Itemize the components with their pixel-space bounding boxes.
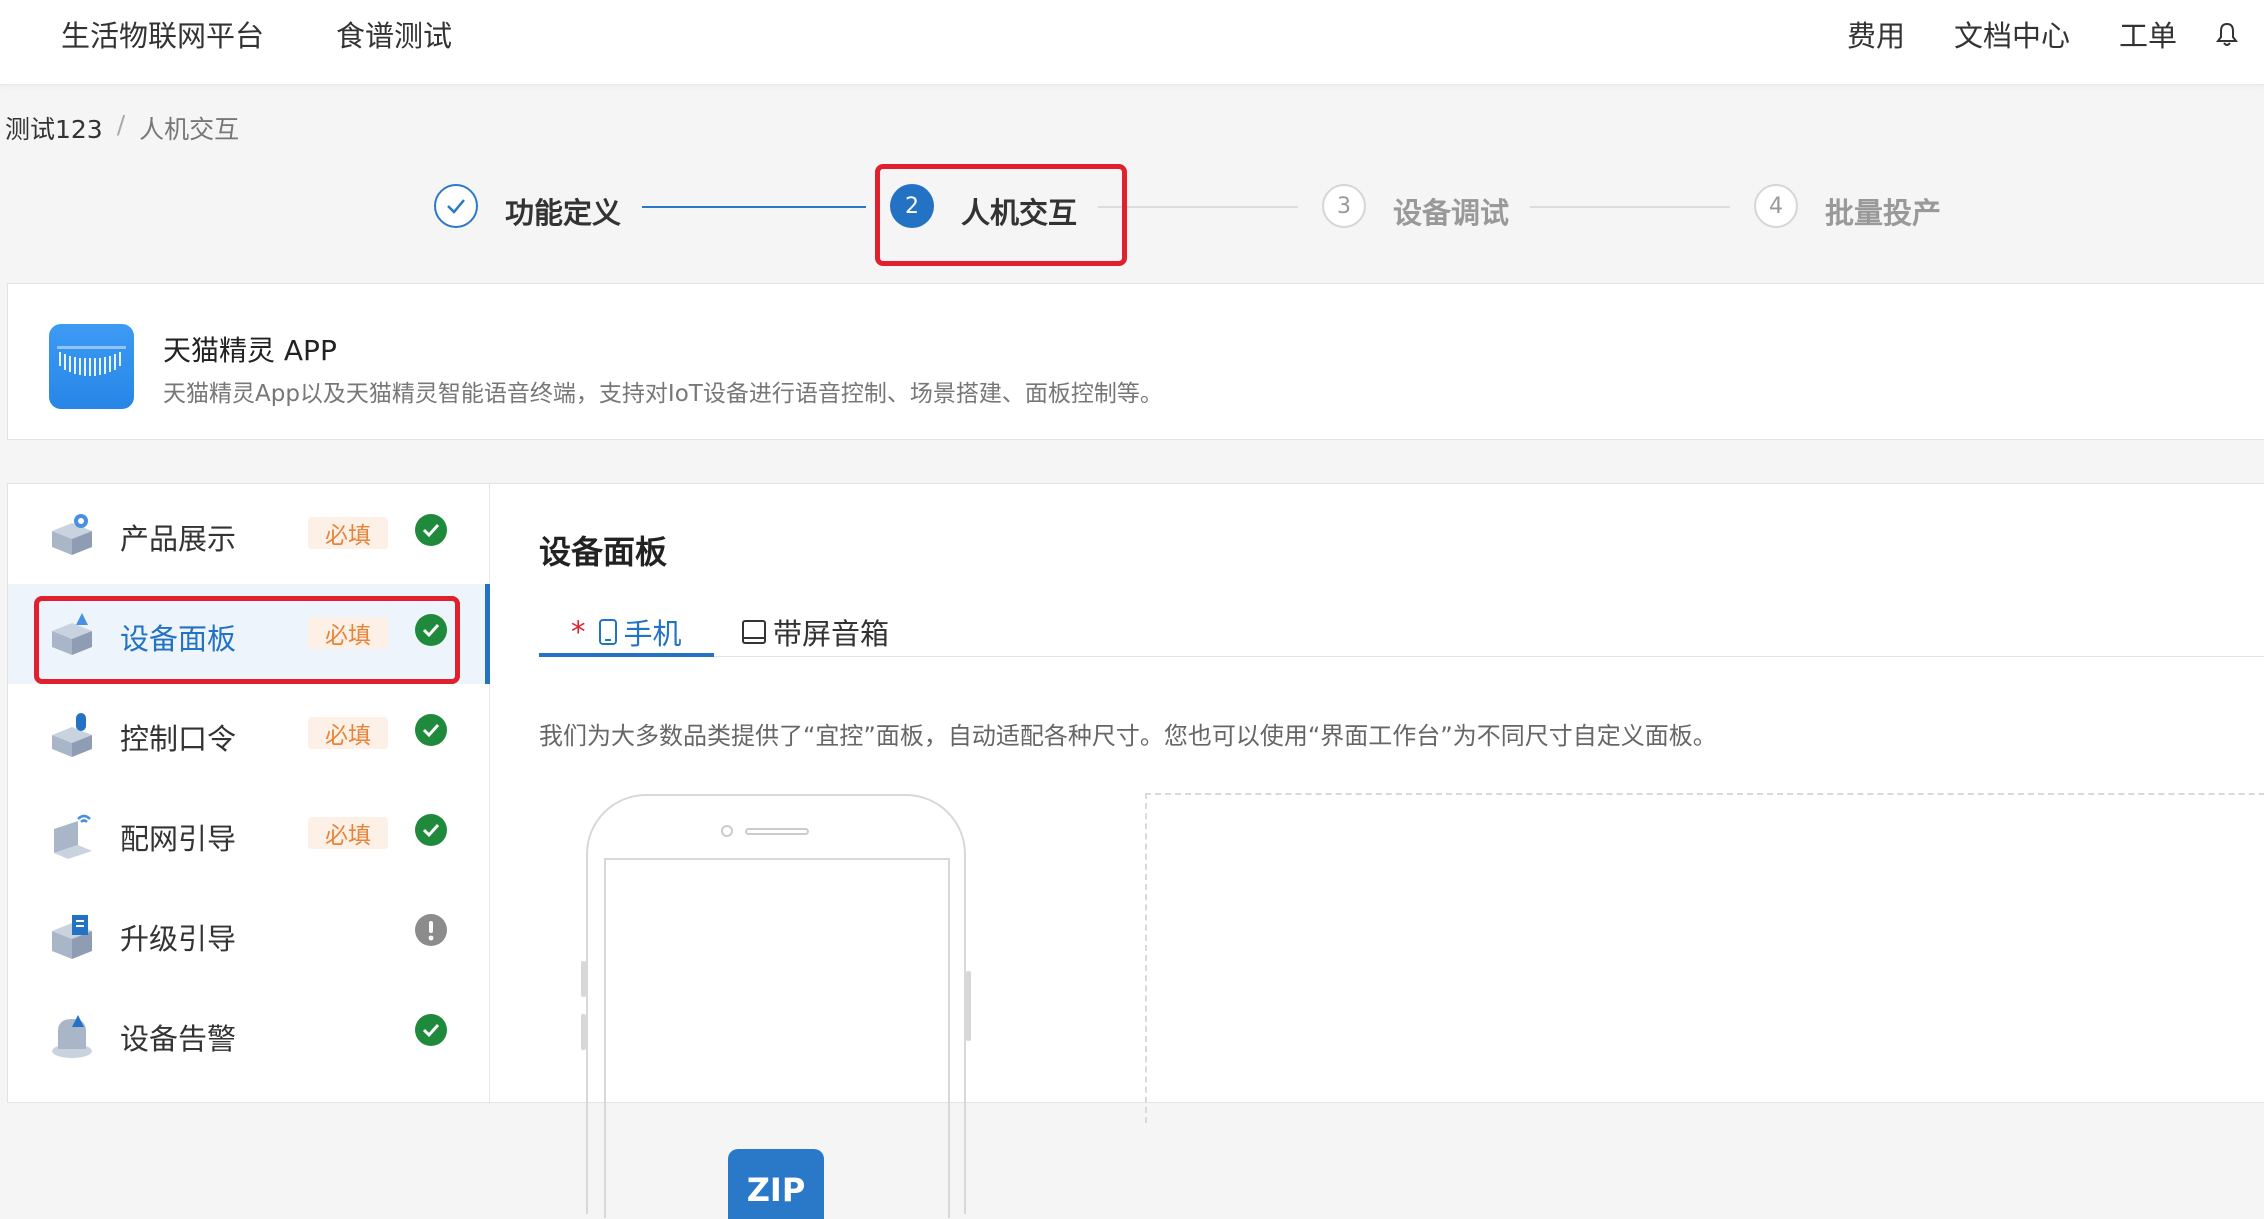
sidebar-item-label: 设备告警 [120,1022,237,1056]
tab-phone[interactable]: * 手机 [539,608,714,657]
content-area: 设备面板 * 手机 带屏音箱 我们为大多数品类提供了“宜控”面板，自动适配各种尺… [489,484,2264,1219]
tab-smart-display-label: 带屏音箱 [773,617,890,651]
tablet-icon [742,620,766,644]
progress-steps: 功能定义 2 人机交互 3 设备调试 4 批量投产 [0,180,2264,236]
sidebar-item-network-guide[interactable]: 配网引导 必填 [8,784,489,884]
sidebar-item-product-display[interactable]: 产品展示 必填 [8,484,489,584]
breadcrumb-current: 人机交互 [139,115,240,144]
nav-recipe-test-link[interactable]: 食谱测试 [336,13,452,55]
sidebar-item-label: 升级引导 [120,922,237,956]
top-navbar: 生活物联网平台 食谱测试 费用 文档中心 工单 [0,0,2264,85]
upgrade-guide-icon [48,911,96,959]
tab-smart-display[interactable]: 带屏音箱 [741,608,889,656]
required-star: * [571,615,586,649]
phone-camera [721,825,733,837]
check-circle-icon [415,514,447,546]
upload-dropzone[interactable] [1145,793,2264,1123]
sidebar-item-label: 产品展示 [120,522,237,556]
phone-speaker [745,828,809,835]
sidebar-item-label: 控制口令 [120,722,237,756]
device-alarm-icon [48,1011,96,1059]
panel-description: 我们为大多数品类提供了“宜控”面板，自动适配各种尺寸。您也可以使用“界面工作台”… [539,722,1717,750]
step-highlight-box [875,164,1127,266]
sidebar-highlight-box [34,596,460,684]
step-3-label: 设备调试 [1393,196,1510,230]
product-display-icon [48,511,96,559]
phone-icon [598,619,617,645]
phone-volume-button [581,961,586,997]
nav-docs-link[interactable]: 文档中心 [1954,13,2070,55]
step-connector-3 [1530,206,1730,208]
exclamation-circle-icon [415,914,447,946]
control-command-icon [48,711,96,759]
nav-left: 生活物联网平台 食谱测试 [61,0,452,68]
breadcrumb: 测试123 / 人机交互 [5,110,239,146]
config-sidebar: 产品展示 必填 设备面板 必填 控制口令 必填 配网引导 必填 升级引导 设备告… [8,484,490,1104]
breadcrumb-root[interactable]: 测试123 [5,110,103,146]
step-3-circle: 3 [1322,184,1366,228]
app-name: 天猫精灵 APP [163,334,337,367]
step-4-label: 批量投产 [1825,196,1942,230]
content-title: 设备面板 [539,533,668,571]
step-1-label: 功能定义 [505,196,622,230]
phone-volume-button [581,1014,586,1050]
step-1-check-icon [434,184,478,228]
step-connector-2 [1098,206,1298,208]
bell-icon[interactable] [2212,19,2242,49]
main-panel: 产品展示 必填 设备面板 必填 控制口令 必填 配网引导 必填 升级引导 设备告… [7,483,2264,1219]
wifi-laptop-icon [48,811,96,859]
check-circle-icon [415,814,447,846]
phone-preview: ZIP [581,794,971,1219]
zip-file-icon: ZIP [728,1149,824,1219]
check-circle-icon [415,1014,447,1046]
nav-platform-link[interactable]: 生活物联网平台 [61,13,264,55]
tmall-genie-app-icon [49,324,134,409]
app-description: 天猫精灵App以及天猫精灵智能语音终端，支持对IoT设备进行语音控制、场景搭建、… [163,381,1163,407]
required-badge: 必填 [308,817,388,849]
nav-cost-link[interactable]: 费用 [1847,13,1905,55]
sidebar-item-control-command[interactable]: 控制口令 必填 [8,684,489,784]
breadcrumb-separator: / [116,110,126,139]
device-tabs: * 手机 带屏音箱 [539,602,2264,657]
nav-ticket-link[interactable]: 工单 [2119,13,2177,55]
check-circle-icon [415,714,447,746]
required-badge: 必填 [308,517,388,549]
sidebar-item-upgrade-guide[interactable]: 升级引导 [8,884,489,984]
step-connector-1 [642,206,866,208]
phone-power-button [966,971,971,1041]
required-badge: 必填 [308,717,388,749]
sidebar-item-device-alarm[interactable]: 设备告警 [8,984,489,1084]
app-card: 天猫精灵 APP 天猫精灵App以及天猫精灵智能语音终端，支持对IoT设备进行语… [7,283,2264,440]
sidebar-item-label: 配网引导 [120,822,237,856]
nav-right: 费用 文档中心 工单 [1847,0,2242,68]
tab-phone-label: 手机 [623,617,682,651]
step-4-circle: 4 [1754,184,1798,228]
